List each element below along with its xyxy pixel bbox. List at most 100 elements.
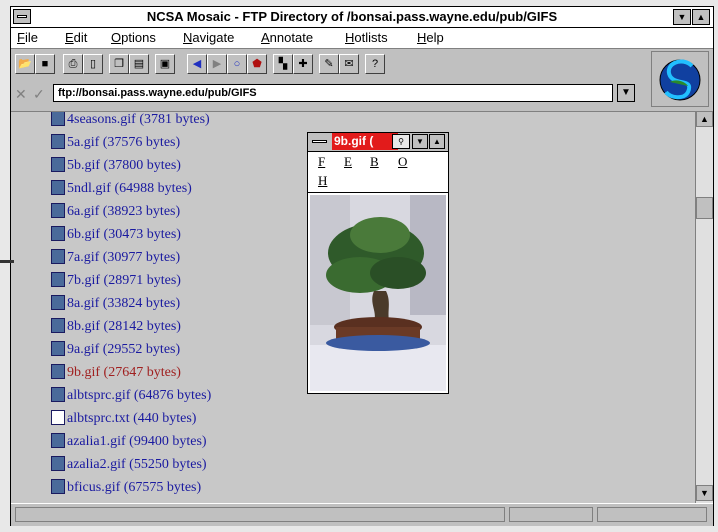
file-list-item[interactable]: 7a.gif (30977 bytes): [51, 249, 180, 271]
print-preview-icon[interactable]: ▯: [83, 54, 103, 74]
file-link[interactable]: 4seasons.gif (3781 bytes): [67, 112, 210, 127]
hotlist-icon[interactable]: ▚: [273, 54, 293, 74]
viewer-title: 9b.gif (: [332, 133, 398, 150]
open-folder-icon[interactable]: 📂: [15, 54, 35, 74]
file-link[interactable]: azalia1.gif (99400 bytes): [67, 434, 207, 449]
image-file-icon: [51, 341, 65, 356]
file-link[interactable]: 8b.gif (28142 bytes): [67, 319, 181, 334]
file-link[interactable]: 8a.gif (33824 bytes): [67, 296, 180, 311]
file-list-item[interactable]: albtsprc.gif (64876 bytes): [51, 387, 211, 409]
file-link[interactable]: 7a.gif (30977 bytes): [67, 250, 180, 265]
viewer-menu-h[interactable]: H: [318, 173, 327, 189]
mosaic-logo[interactable]: [651, 51, 709, 107]
file-link[interactable]: 9b.gif (27647 bytes): [67, 365, 181, 380]
file-link[interactable]: 7b.gif (28971 bytes): [67, 273, 181, 288]
file-link[interactable]: bficus.gif (67575 bytes): [67, 480, 201, 495]
file-link[interactable]: 9a.gif (29552 bytes): [67, 342, 180, 357]
viewer-maximize-button[interactable]: ▲: [429, 134, 445, 149]
image-file-icon: [51, 203, 65, 218]
file-list-item[interactable]: bficus.gif (67575 bytes): [51, 479, 201, 501]
viewer-menu: F E B O H: [308, 152, 448, 193]
file-list-item[interactable]: 9a.gif (29552 bytes): [51, 341, 180, 363]
go-check-icon[interactable]: ✓: [33, 86, 49, 102]
save-icon[interactable]: ■: [35, 54, 55, 74]
file-link[interactable]: albtsprc.gif (64876 bytes): [67, 388, 211, 403]
image-file-icon: [51, 226, 65, 241]
file-list-item[interactable]: 5ndl.gif (64988 bytes): [51, 180, 192, 202]
file-list-item[interactable]: 8a.gif (33824 bytes): [51, 295, 180, 317]
file-link[interactable]: azalia2.gif (55250 bytes): [67, 457, 207, 472]
file-link[interactable]: 5a.gif (37576 bytes): [67, 135, 180, 150]
menu-hotlists[interactable]: Hotlists: [345, 30, 388, 45]
image-file-icon: [51, 157, 65, 172]
url-field[interactable]: ftp://bonsai.pass.wayne.edu/pub/GIFS: [53, 84, 613, 102]
stop-x-icon[interactable]: ✕: [15, 86, 31, 102]
file-list-item[interactable]: 5a.gif (37576 bytes): [51, 134, 180, 156]
url-dropdown-icon[interactable]: ▼: [617, 84, 635, 102]
image-file-icon: [51, 364, 65, 379]
image-file-icon: [51, 387, 65, 402]
reload-icon[interactable]: ○: [227, 54, 247, 74]
annotate-icon[interactable]: ✎: [319, 54, 339, 74]
copy-icon[interactable]: ❐: [109, 54, 129, 74]
print-icon[interactable]: ⎙: [63, 54, 83, 74]
status-cell: [509, 507, 593, 522]
file-list-item[interactable]: 4seasons.gif (3781 bytes): [51, 112, 210, 133]
image-file-icon: [51, 479, 65, 494]
viewer-menu-o[interactable]: O: [398, 154, 407, 170]
menu-file[interactable]: File: [17, 30, 38, 45]
image-file-icon: [51, 433, 65, 448]
status-cell: [597, 507, 707, 522]
minimize-button[interactable]: ▼: [673, 9, 691, 25]
viewer-tool-icon[interactable]: ⚲: [392, 134, 410, 149]
title-bar[interactable]: NCSA Mosaic - FTP Directory of /bonsai.p…: [11, 7, 713, 28]
home-icon[interactable]: ⬟: [247, 54, 267, 74]
pointer-arrow: [0, 260, 14, 263]
file-list-item[interactable]: albtsprc.txt (440 bytes): [51, 410, 196, 432]
file-list-item[interactable]: 9b.gif (27647 bytes): [51, 364, 181, 386]
viewer-menu-e[interactable]: E: [344, 154, 352, 170]
find-icon[interactable]: ▣: [155, 54, 175, 74]
mail-icon[interactable]: ✉: [339, 54, 359, 74]
file-list-item[interactable]: 6a.gif (38923 bytes): [51, 203, 180, 225]
add-hotlist-icon[interactable]: ✚: [293, 54, 313, 74]
back-icon[interactable]: ◀: [187, 54, 207, 74]
scroll-up-button[interactable]: ▲: [696, 111, 713, 127]
file-list-item[interactable]: 8b.gif (28142 bytes): [51, 318, 181, 340]
viewer-menu-b[interactable]: B: [370, 154, 379, 170]
menu-options[interactable]: Options: [111, 30, 156, 45]
system-menu-icon[interactable]: [13, 9, 31, 24]
viewer-system-menu-icon[interactable]: [310, 135, 330, 148]
file-link[interactable]: albtsprc.txt (440 bytes): [67, 411, 196, 426]
file-list-item[interactable]: 6b.gif (30473 bytes): [51, 226, 181, 248]
forward-icon[interactable]: ▶: [207, 54, 227, 74]
viewer-minimize-button[interactable]: ▼: [412, 134, 428, 149]
maximize-button[interactable]: ▲: [692, 9, 710, 25]
scroll-down-button[interactable]: ▼: [696, 485, 713, 501]
menu-help[interactable]: Help: [417, 30, 444, 45]
menu-bar: File Edit Options Navigate Annotate Hotl…: [11, 28, 713, 49]
file-link[interactable]: 6b.gif (30473 bytes): [67, 227, 181, 242]
viewer-title-bar[interactable]: 9b.gif ( ⚲ ▼ ▲: [308, 133, 448, 152]
scroll-thumb[interactable]: [696, 197, 713, 219]
vertical-scrollbar[interactable]: ▲ ▼: [695, 111, 713, 503]
help-icon[interactable]: ?: [365, 54, 385, 74]
file-link[interactable]: 5ndl.gif (64988 bytes): [67, 181, 192, 196]
menu-navigate[interactable]: Navigate: [183, 30, 234, 45]
paste-icon[interactable]: ▤: [129, 54, 149, 74]
status-bar: [11, 503, 713, 526]
image-viewer-window[interactable]: 9b.gif ( ⚲ ▼ ▲ F E B O H: [307, 132, 449, 394]
file-list-item[interactable]: 7b.gif (28971 bytes): [51, 272, 181, 294]
url-row: ✕ ✓ ftp://bonsai.pass.wayne.edu/pub/GIFS…: [11, 81, 647, 107]
mosaic-window: NCSA Mosaic - FTP Directory of /bonsai.p…: [10, 6, 714, 526]
menu-annotate[interactable]: Annotate: [261, 30, 313, 45]
menu-edit[interactable]: Edit: [65, 30, 87, 45]
file-list-item[interactable]: 5b.gif (37800 bytes): [51, 157, 181, 179]
file-list-item[interactable]: azalia2.gif (55250 bytes): [51, 456, 207, 478]
image-file-icon: [51, 456, 65, 471]
viewer-menu-f[interactable]: F: [318, 154, 325, 170]
file-link[interactable]: 5b.gif (37800 bytes): [67, 158, 181, 173]
file-link[interactable]: 6a.gif (38923 bytes): [67, 204, 180, 219]
file-list-item[interactable]: azalia1.gif (99400 bytes): [51, 433, 207, 455]
image-file-icon: [51, 318, 65, 333]
